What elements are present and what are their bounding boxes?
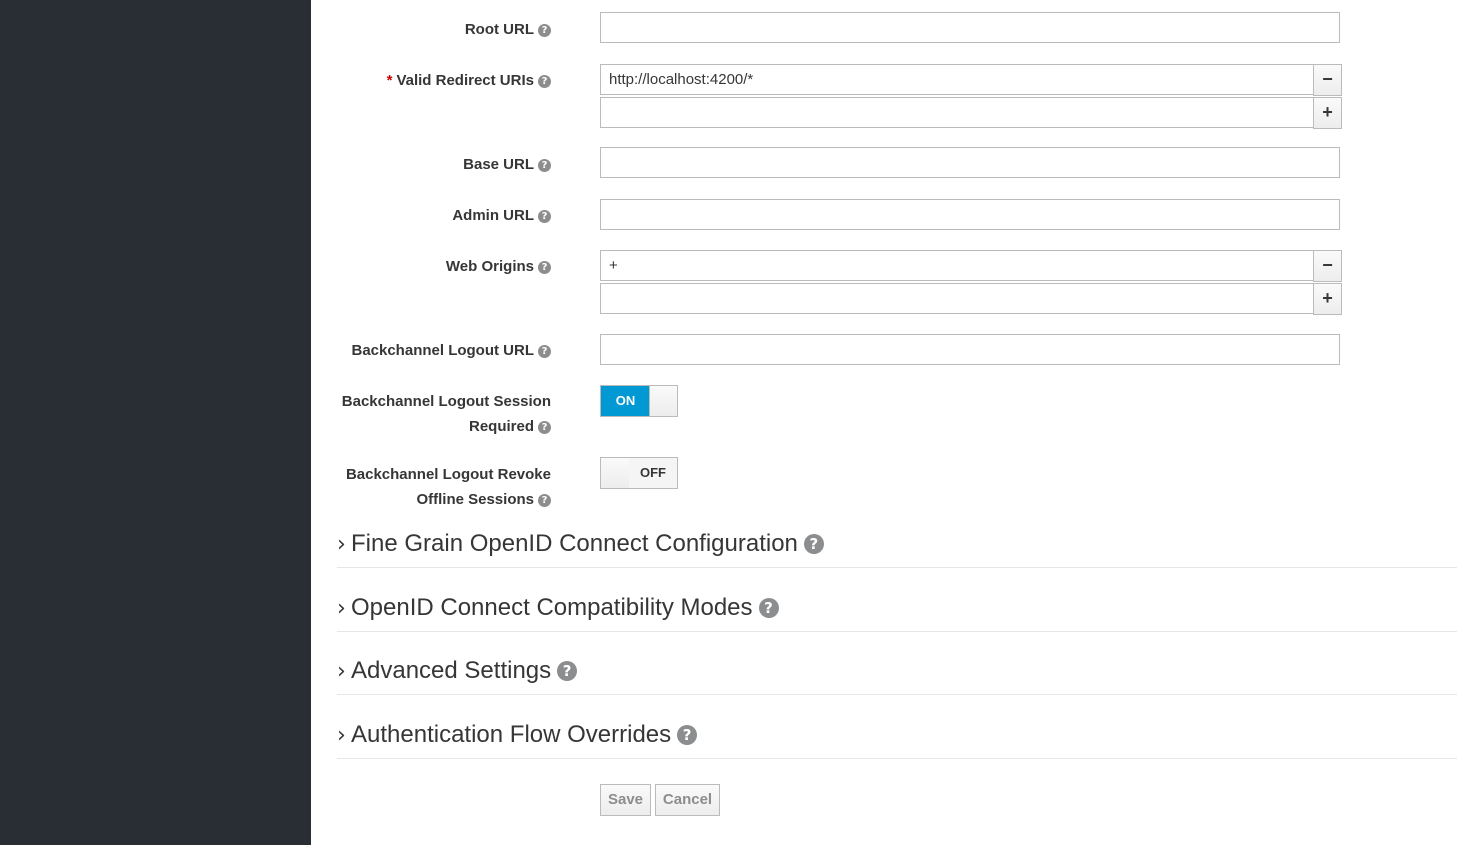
minus-icon: − [1322,69,1333,89]
required-marker: * [386,72,393,89]
section-title: Advanced Settings? [351,657,578,685]
remove-web-origin-button[interactable]: − [1313,250,1342,282]
backchannel-logout-url-label: Backchannel Logout URL? [351,338,551,363]
backchannel-logout-session-toggle[interactable]: ON [600,385,678,417]
root-url-label: Root URL? [465,17,551,42]
save-button[interactable]: Save [600,784,651,816]
base-url-label: Base URL? [463,152,551,177]
backchannel-logout-revoke-label: Backchannel Logout Revoke Offline Sessio… [345,466,551,508]
toggle-off-label: OFF [629,458,677,488]
section-title: Fine Grain OpenID Connect Configuration? [351,530,824,558]
help-icon[interactable]: ? [538,24,551,37]
help-icon[interactable]: ? [758,598,779,618]
help-icon[interactable]: ? [538,75,551,88]
backchannel-logout-session-label: Backchannel Logout Session Required? [341,393,551,435]
help-icon[interactable]: ? [538,494,551,507]
help-icon[interactable]: ? [538,421,551,434]
valid-redirect-uris-label: * Valid Redirect URIs? [387,68,551,93]
toggle-knob [601,458,630,488]
web-origins-label: Web Origins? [446,254,551,279]
plus-icon: + [1322,102,1333,122]
toggle-knob [649,386,677,416]
section-title: Authentication Flow Overrides? [351,721,698,749]
base-url-input[interactable] [600,147,1340,178]
redirect-uri-input[interactable]: http://localhost:4200/* [600,64,1314,95]
web-origin-new-input[interactable] [600,283,1314,314]
section-auth-flow-overrides[interactable]: › Authentication Flow Overrides? [337,719,1457,759]
admin-url-label: Admin URL? [452,203,551,228]
web-origin-input[interactable]: + [600,250,1314,281]
client-settings-form: Root URL? * Valid Redirect URIs? http://l… [311,0,1457,845]
help-icon[interactable]: ? [538,159,551,172]
help-icon[interactable]: ? [803,534,824,554]
section-fine-grain-oidc[interactable]: › Fine Grain OpenID Connect Configuratio… [337,528,1457,568]
backchannel-logout-url-input[interactable] [600,334,1340,365]
help-icon[interactable]: ? [538,261,551,274]
help-icon[interactable]: ? [538,210,551,223]
section-advanced-settings[interactable]: › Advanced Settings? [337,655,1457,695]
backchannel-logout-revoke-toggle[interactable]: OFF [600,457,678,489]
admin-url-input[interactable] [600,199,1340,230]
chevron-right-icon: › [337,723,346,748]
toggle-on-label: ON [601,386,650,416]
add-redirect-uri-button[interactable]: + [1313,97,1342,129]
remove-redirect-uri-button[interactable]: − [1313,64,1342,96]
help-icon[interactable]: ? [538,345,551,358]
chevron-right-icon: › [337,596,346,621]
plus-icon: + [1322,288,1333,308]
section-oidc-compatibility[interactable]: › OpenID Connect Compatibility Modes? [337,592,1457,632]
add-web-origin-button[interactable]: + [1313,283,1342,315]
redirect-uri-new-input[interactable] [600,97,1314,128]
help-icon[interactable]: ? [557,661,578,681]
root-url-input[interactable] [600,12,1340,43]
sidebar [0,0,311,845]
help-icon[interactable]: ? [677,725,698,745]
chevron-right-icon: › [337,532,346,557]
chevron-right-icon: › [337,659,346,684]
minus-icon: − [1322,255,1333,275]
section-title: OpenID Connect Compatibility Modes? [351,594,779,622]
cancel-button[interactable]: Cancel [655,784,720,816]
